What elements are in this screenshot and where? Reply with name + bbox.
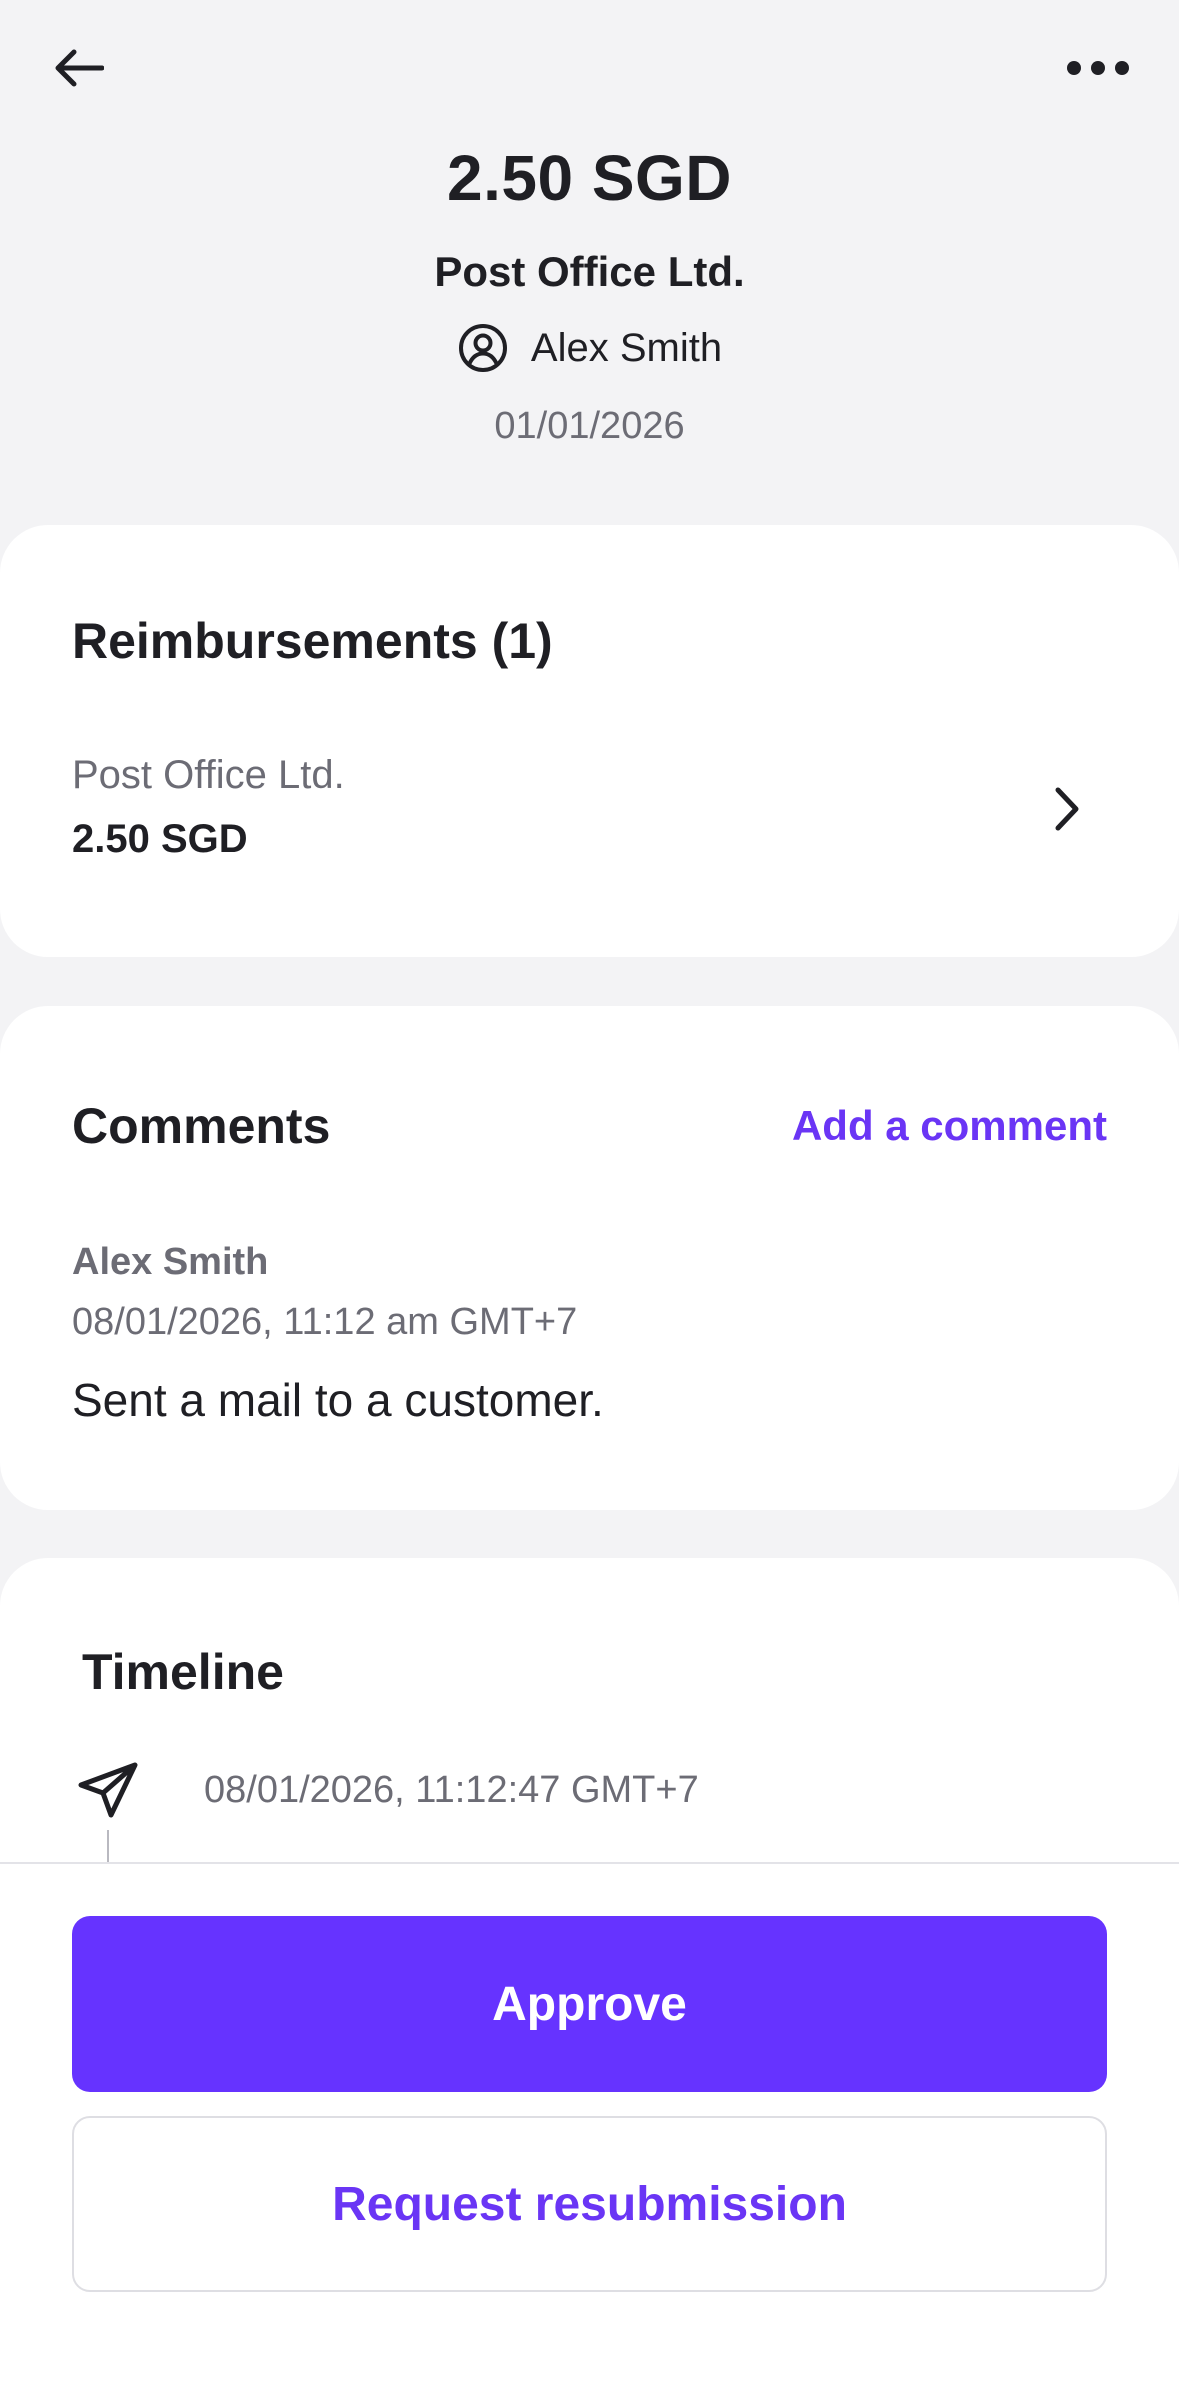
more-horizontal-icon	[1067, 61, 1129, 75]
send-icon	[76, 1758, 140, 1822]
reimbursement-item[interactable]: Post Office Ltd. 2.50 SGD	[72, 747, 1107, 897]
user-circle-icon	[457, 322, 509, 374]
add-comment-link[interactable]: Add a comment	[792, 1094, 1107, 1158]
approve-button[interactable]: Approve	[72, 1916, 1107, 2092]
comments-card: Comments Add a comment Alex Smith 08/01/…	[0, 1006, 1179, 1510]
comment-item: Alex Smith 08/01/2026, 11:12 am GMT+7 Se…	[72, 1234, 1107, 1432]
request-resubmission-button[interactable]: Request resubmission	[72, 2116, 1107, 2292]
comment-author: Alex Smith	[72, 1241, 269, 1283]
arrow-left-icon	[55, 49, 104, 87]
submitter-name: Alex Smith	[530, 325, 723, 370]
expense-merchant: Post Office Ltd.	[434, 248, 745, 295]
timeline-title: Timeline	[82, 1644, 284, 1700]
comments-title: Comments	[72, 1098, 331, 1154]
comment-timestamp: 08/01/2026, 11:12 am GMT+7	[72, 1301, 578, 1343]
top-bar	[0, 0, 1179, 140]
timeline-timestamp: 08/01/2026, 11:12:47 GMT+7	[204, 1769, 699, 1811]
reimbursement-amount: 2.50 SGD	[72, 817, 248, 861]
back-button[interactable]	[40, 30, 116, 106]
timeline-entry: 08/01/2026, 11:12:47 GMT+7	[76, 1758, 1116, 1890]
chevron-right-icon	[1039, 777, 1095, 841]
expense-submitter: Alex Smith	[0, 320, 1179, 376]
expense-date: 01/01/2026	[494, 405, 685, 447]
reimbursements-title: Reimbursements (1)	[72, 613, 553, 669]
expense-amount: 2.50 SGD	[446, 142, 733, 214]
reimbursement-merchant: Post Office Ltd.	[72, 753, 345, 797]
more-options-button[interactable]	[1053, 30, 1143, 106]
expense-summary: 2.50 SGD Post Office Ltd. Alex Smith 01/…	[0, 130, 1179, 454]
reimbursements-card: Reimbursements (1) Post Office Ltd. 2.50…	[0, 525, 1179, 957]
comment-text: Sent a mail to a customer.	[72, 1374, 604, 1426]
action-bar: Approve Request resubmission	[0, 1862, 1179, 2396]
reimbursement-detail-screen: 2.50 SGD Post Office Ltd. Alex Smith 01/…	[0, 0, 1179, 2396]
